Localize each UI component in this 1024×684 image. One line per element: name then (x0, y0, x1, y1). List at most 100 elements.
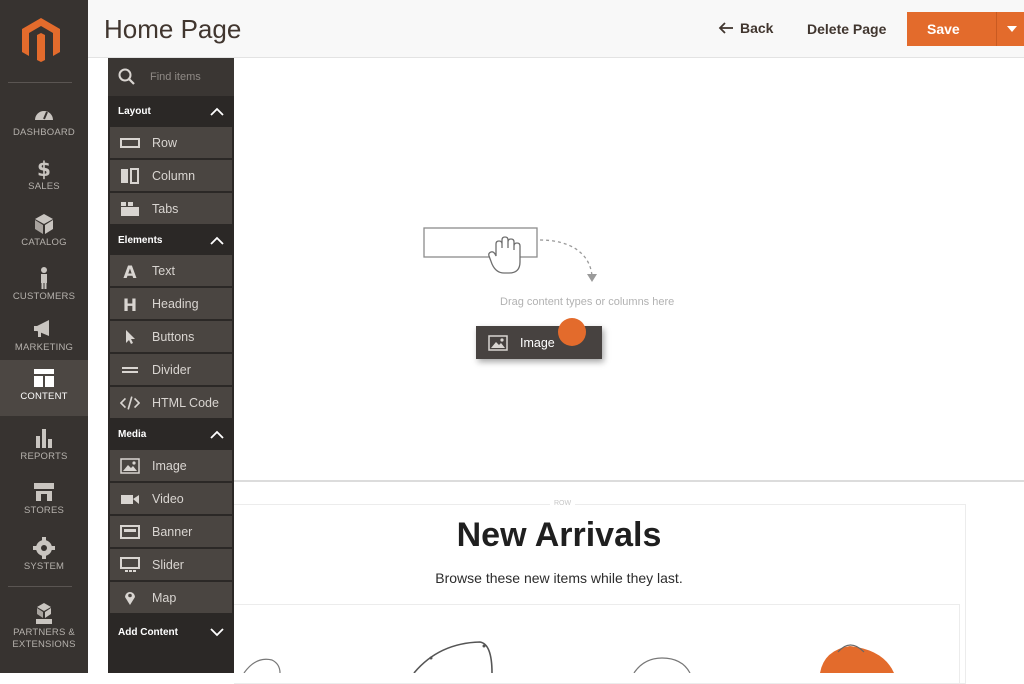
image-icon (488, 334, 508, 351)
panel-item-label: Banner (152, 524, 193, 539)
chevron-up-icon (210, 236, 224, 245)
group-add-content-label: Add Content (118, 626, 178, 638)
panel-item-label: Video (152, 491, 184, 506)
dashboard-icon (35, 111, 53, 120)
row-label: ROW (550, 500, 576, 507)
row-subtitle[interactable]: Browse these new items while they last. (234, 570, 884, 586)
panel-item-label: Buttons (152, 329, 195, 344)
panel-item-banner[interactable]: Banner (110, 516, 232, 547)
row-title[interactable]: New Arrivals (234, 516, 884, 555)
save-options-toggle[interactable] (996, 12, 1024, 46)
nav-item-system[interactable]: SYSTEM (0, 530, 88, 582)
admin-sidebar: DASHBOARD $ SALES CATALOG CUSTOMERS MARK… (0, 0, 88, 673)
text-icon: A (120, 263, 140, 279)
bar-chart-icon (36, 429, 52, 448)
nav-item-customers[interactable]: CUSTOMERS (0, 260, 88, 312)
nav-item-sales[interactable]: $ SALES (0, 150, 88, 202)
save-button[interactable]: Save (907, 12, 1003, 46)
panel-item-label: Map (152, 590, 177, 605)
panel-item-label: Divider (152, 362, 191, 377)
pointer-icon (120, 329, 140, 345)
gear-icon (33, 537, 55, 559)
panel-item-label: Column (152, 168, 196, 183)
panel-item-image[interactable]: Image (110, 450, 232, 481)
panel-item-label: Tabs (152, 201, 179, 216)
panel-item-row[interactable]: Row (110, 127, 232, 158)
drop-hint: Drag content types or columns here (500, 296, 675, 308)
tabs-icon (120, 201, 140, 217)
chevron-up-icon (210, 430, 224, 439)
layout-icon (34, 369, 54, 387)
group-layout-label: Layout (118, 105, 151, 117)
chevron-up-icon (210, 107, 224, 116)
panel-item-html-code[interactable]: HTML Code (110, 387, 232, 418)
search-icon (118, 68, 135, 85)
panel-item-label: Row (152, 135, 178, 150)
panel-item-heading[interactable]: H Heading (110, 288, 232, 319)
panel-item-label: Slider (152, 557, 184, 572)
person-icon (41, 267, 47, 289)
arrow-left-icon (718, 22, 733, 34)
panel-item-slider[interactable]: Slider (110, 549, 232, 580)
save-label: Save (927, 21, 960, 37)
panel-item-buttons[interactable]: Buttons (110, 321, 232, 352)
store-icon (34, 483, 54, 501)
column-outline (234, 604, 960, 684)
group-layout[interactable]: Layout (108, 97, 234, 125)
page-header: Home Page Back Delete Page Save (88, 0, 1024, 58)
panel-item-column[interactable]: Column (110, 160, 232, 191)
nav-item-reports[interactable]: REPORTS (0, 420, 88, 472)
group-media[interactable]: Media (108, 420, 234, 448)
svg-text:H: H (123, 296, 137, 312)
svg-text:A: A (123, 263, 137, 279)
delete-page-button[interactable]: Delete Page (807, 21, 886, 37)
group-elements-label: Elements (118, 234, 163, 246)
banner-icon (120, 524, 140, 540)
page-title: Home Page (104, 14, 242, 44)
cube-icon (35, 214, 53, 234)
search-input[interactable]: Find items (150, 71, 201, 83)
divider-icon (120, 362, 140, 378)
page-builder-panel: Find items Layout Row Column Tabs Elemen… (108, 58, 234, 673)
chevron-down-icon (210, 627, 224, 636)
panel-item-divider[interactable]: Divider (110, 354, 232, 385)
nav-item-dashboard[interactable]: DASHBOARD (0, 96, 88, 148)
slider-icon (120, 556, 140, 573)
panel-item-video[interactable]: Video (110, 483, 232, 514)
image-icon (120, 457, 140, 474)
group-add-content[interactable]: Add Content (108, 618, 234, 646)
svg-text:$: $ (37, 157, 51, 180)
panel-item-map[interactable]: Map (110, 582, 232, 613)
magento-logo-icon[interactable] (20, 16, 62, 64)
group-elements[interactable]: Elements (108, 226, 234, 254)
nav-item-marketing[interactable]: MARKETING (0, 311, 88, 363)
nav-item-stores[interactable]: STORES (0, 474, 88, 526)
video-camera-icon (120, 491, 140, 507)
column-icon (120, 167, 140, 184)
page-builder-stage[interactable]: Drag content types or columns here (234, 58, 1024, 482)
row-icon (120, 135, 140, 151)
nav-item-content[interactable]: CONTENT (0, 360, 88, 416)
dollar-icon: $ (37, 157, 51, 180)
nav-divider (8, 82, 72, 83)
pointer-cursor (558, 318, 586, 346)
group-media-label: Media (118, 428, 147, 440)
panel-item-tabs[interactable]: Tabs (110, 193, 232, 224)
nav-divider (8, 586, 72, 587)
code-icon (120, 395, 140, 411)
drag-illustration (423, 227, 597, 282)
nav-item-catalog[interactable]: CATALOG (0, 206, 88, 258)
panel-item-label: Image (152, 458, 187, 473)
panel-item-text[interactable]: A Text (110, 255, 232, 286)
back-button[interactable]: Back (718, 20, 773, 36)
panel-item-label: Heading (152, 296, 199, 311)
panel-item-label: Text (152, 263, 175, 278)
nav-item-partners-extensions[interactable]: PARTNERS & EXTENSIONS (0, 596, 88, 656)
panel-search[interactable]: Find items (108, 58, 234, 96)
caret-down-icon (1006, 25, 1017, 32)
heading-icon: H (120, 296, 140, 312)
boxes-icon (36, 603, 52, 624)
back-label: Back (740, 20, 774, 36)
map-pin-icon (120, 590, 140, 606)
panel-item-label: HTML Code (152, 395, 219, 410)
